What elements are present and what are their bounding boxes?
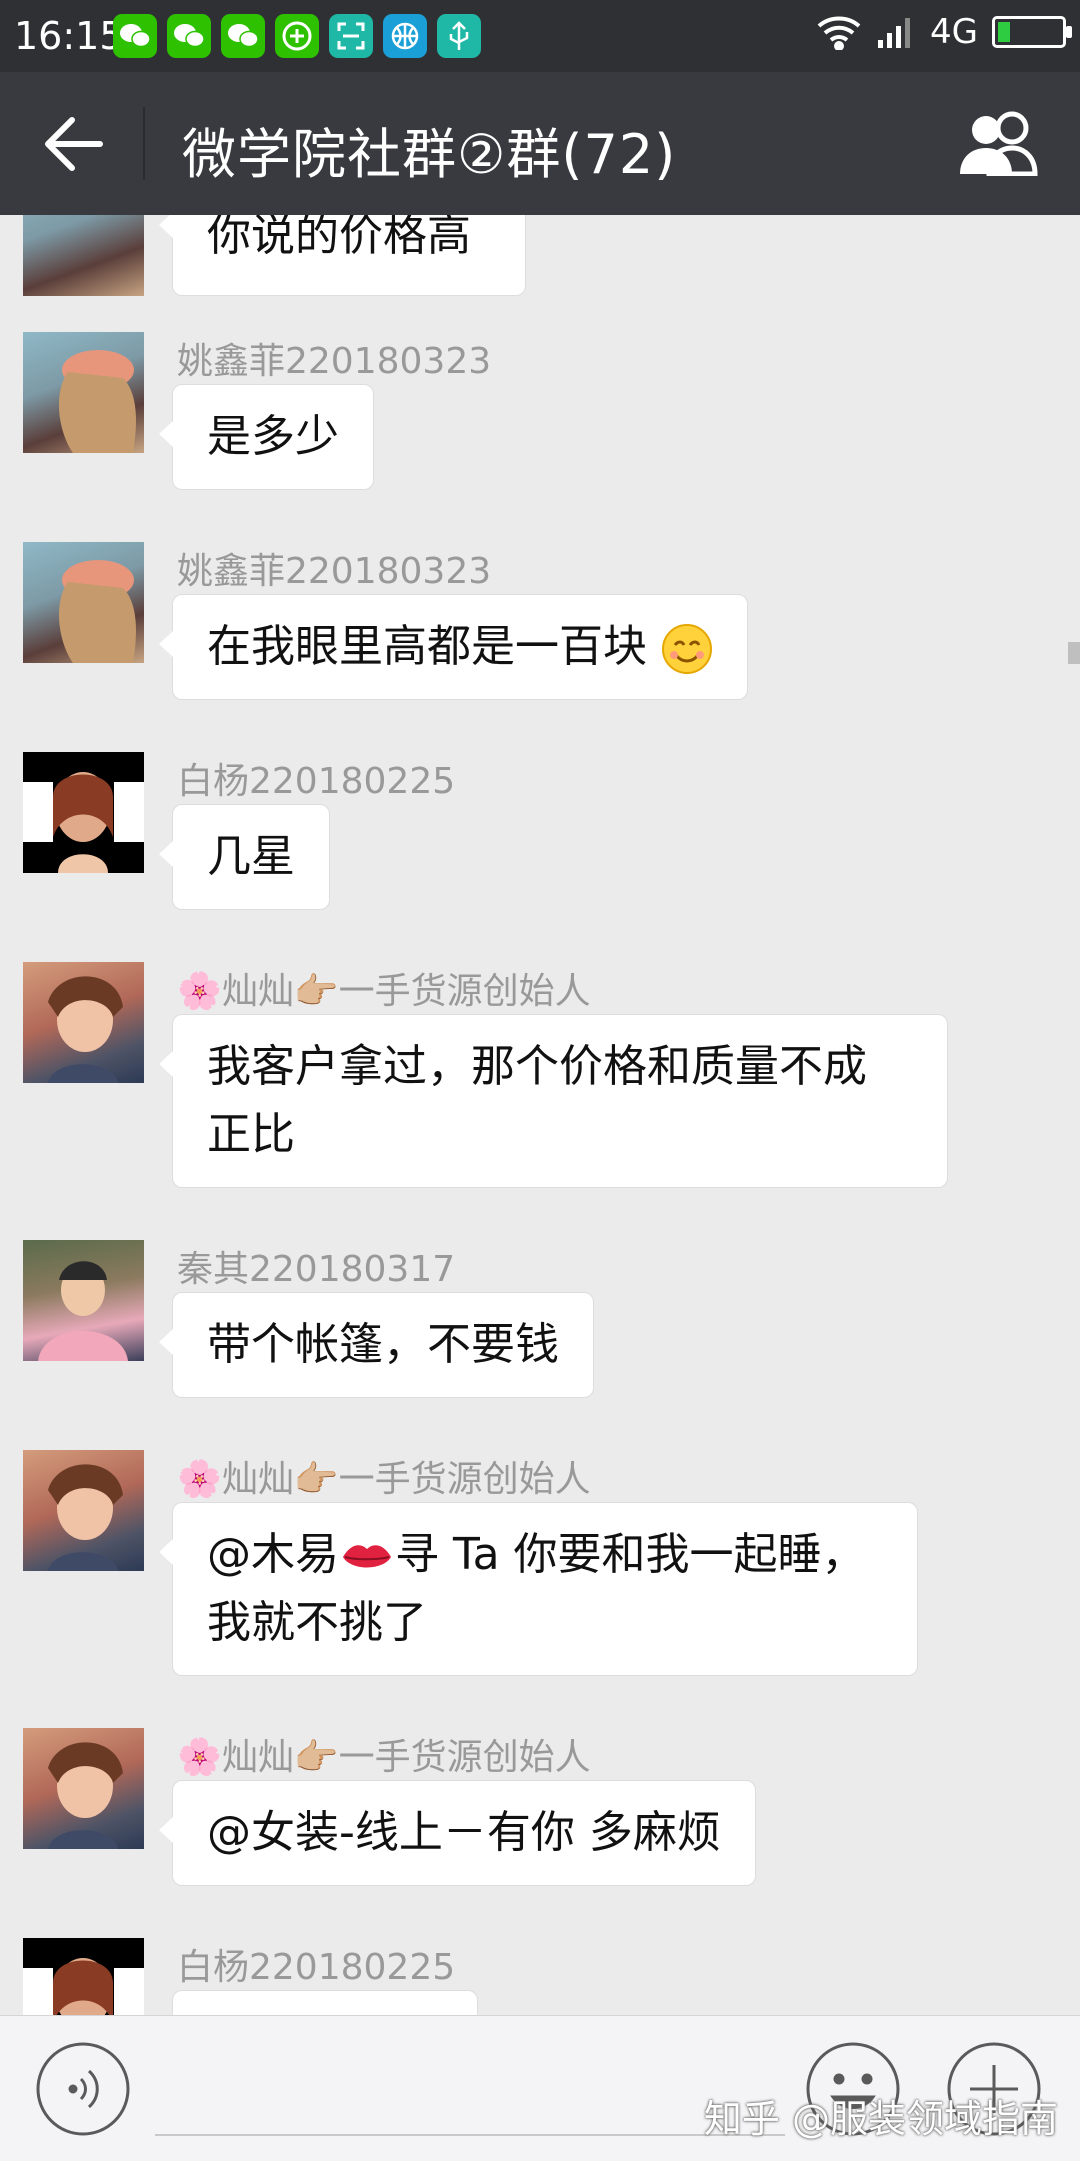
flower-emoji: 🌸 [177,971,222,1012]
sender-name: 姚鑫菲220180323 [177,551,492,592]
scrollbar[interactable] [1068,642,1080,664]
chat-messages[interactable]: 你说的价格高 姚鑫菲220180323 是多少 姚鑫菲220180323 在我眼… [0,215,1080,2015]
message-bubble[interactable]: 我客户拿过，那个价格和质量不成 正比 [159,1014,948,1188]
avatar[interactable] [23,1240,144,1361]
smile-emoji-icon [662,624,712,674]
message-bubble[interactable]: @女装-线上－有你 多麻烦 [159,1780,756,1886]
flower-emoji: 🌸 [177,1459,222,1500]
wechat-icon [167,14,211,58]
header-divider [143,107,145,180]
message-text: 带个帐篷，不要钱 [207,1319,559,1370]
sender-name: 姚鑫菲220180323 [177,341,492,382]
basketball-icon [383,14,427,58]
avatar[interactable] [23,752,144,873]
flower-emoji: 🌸 [177,1737,222,1778]
group-members-icon [960,111,1038,177]
lips-emoji-icon [343,1545,391,1568]
scan-icon [329,14,373,58]
voice-icon [36,2042,130,2136]
signal-icon [878,18,911,48]
status-time: 16:15 [14,14,124,58]
message-bubble[interactable]: 是多少 [159,384,374,490]
battery-icon [992,16,1072,48]
back-button[interactable] [40,112,110,176]
voice-button[interactable] [35,2041,131,2137]
plus-circle-icon [275,14,319,58]
message-text: 几星 [207,831,295,882]
sender-name: 🌸灿灿👉🏼一手货源创始人 [177,1459,591,1500]
usb-icon [437,14,481,58]
message-text: 寻 Ta 你要和我一起睡， [395,1529,866,1580]
status-right: 4G [816,12,1072,52]
message-text: 正比 [207,1109,295,1160]
sender-name: 🌸灿灿👉🏼一手货源创始人 [177,971,591,1012]
wechat-icon [221,14,265,58]
avatar[interactable] [23,1938,144,2015]
wifi-icon [817,16,861,50]
watermark: 知乎 @服装领域指南 [703,2097,1058,2141]
message-bubble[interactable]: 在我眼里高都是一百块 [159,594,748,700]
avatar[interactable] [23,542,144,663]
avatar[interactable] [23,215,144,296]
message-bubble[interactable] [172,1990,478,2015]
status-bar: 16:15 4G [0,0,1080,72]
message-bubble[interactable]: 带个帐篷，不要钱 [159,1292,594,1398]
sender-name: 白杨220180225 [177,1947,456,1988]
message-bubble[interactable]: @木易 寻 Ta 你要和我一起睡， 我就不挑了 [159,1502,918,1676]
sender-name: 🌸灿灿👉🏼一手货源创始人 [177,1737,591,1778]
message-text: 你说的价格高 [207,215,471,261]
avatar[interactable] [23,1450,144,1571]
message-text: 我客户拿过，那个价格和质量不成 [207,1041,867,1092]
message-text: 是多少 [207,411,339,462]
sender-name: 秦其220180317 [177,1249,456,1290]
message-text: 我就不挑了 [207,1597,427,1648]
avatar[interactable] [23,332,144,453]
group-members-button[interactable] [956,110,1042,177]
message-text: @女装-线上－有你 多麻烦 [207,1807,721,1858]
avatar[interactable] [23,962,144,1083]
mention-text[interactable]: @木易 [207,1529,339,1580]
chat-title: 微学院社群②群(72) [182,123,677,186]
input-bar: 知乎 @服装领域指南 [0,2015,1080,2161]
avatar[interactable] [23,1728,144,1849]
network-type: 4G [930,12,978,52]
sender-name: 白杨220180225 [177,761,456,802]
message-text: 在我眼里高都是一百块 [207,621,647,672]
chat-header: 微学院社群②群(72) [0,72,1080,215]
message-input[interactable] [155,2134,785,2136]
message-bubble[interactable]: 几星 [159,804,330,910]
back-arrow-icon [45,117,103,171]
message-bubble[interactable]: 你说的价格高 [159,215,526,296]
wechat-icon [113,14,157,58]
